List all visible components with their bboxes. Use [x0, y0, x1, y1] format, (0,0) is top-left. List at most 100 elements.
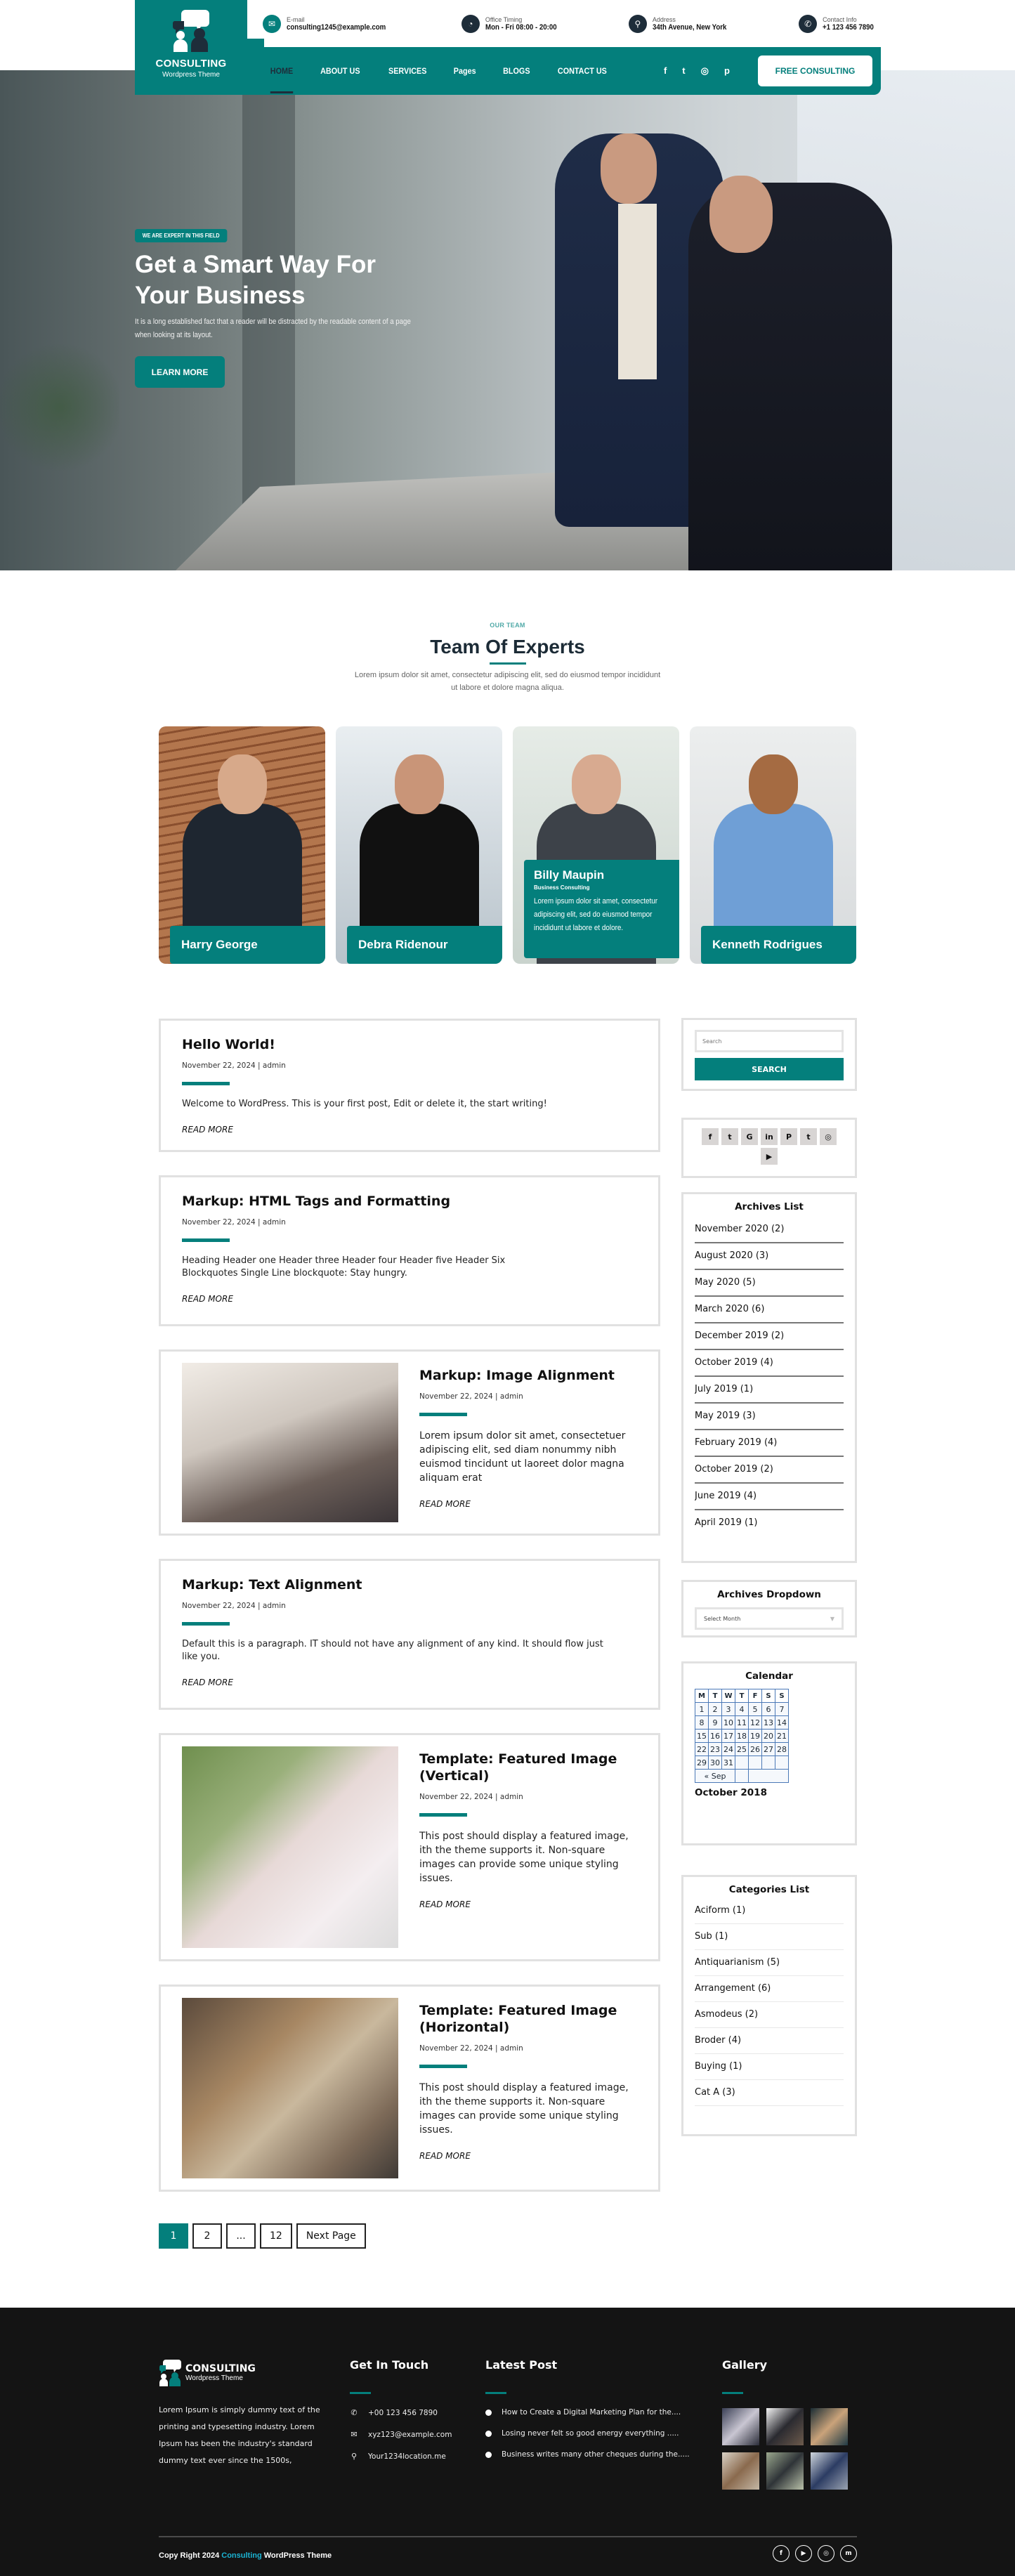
footer-logo-subtitle: Wordpress Theme	[185, 2374, 243, 2382]
gallery-image[interactable]	[722, 2408, 759, 2445]
archive-link[interactable]: August 2020 (3)	[695, 1243, 844, 1270]
search-input[interactable]	[695, 1030, 844, 1052]
nav-home[interactable]: HOME	[260, 66, 304, 93]
calendar-day: 16	[708, 1729, 722, 1743]
calendar-prev-month-link[interactable]: « Sep	[695, 1769, 735, 1783]
archive-link[interactable]: October 2019 (4)	[695, 1350, 844, 1377]
archive-link[interactable]: October 2019 (2)	[695, 1457, 844, 1484]
instagram-icon[interactable]: ◎	[701, 65, 709, 77]
archive-link[interactable]: June 2019 (4)	[695, 1484, 844, 1510]
page-12[interactable]: 12	[260, 2223, 292, 2249]
topbar-phone-value[interactable]: +1 123 456 7890	[823, 23, 874, 32]
archive-link[interactable]: March 2020 (6)	[695, 1297, 844, 1323]
copyright-brand-link[interactable]: Consulting	[221, 2551, 261, 2560]
facebook-icon[interactable]: f	[702, 1128, 719, 1145]
calendar-caption: October 2018	[695, 1787, 767, 1798]
learn-more-button[interactable]: LEARN MORE	[135, 356, 225, 388]
page-2[interactable]: 2	[192, 2223, 222, 2249]
month-select[interactable]: Select Month ▼	[695, 1607, 844, 1630]
read-more-link[interactable]: READ MORE	[419, 1499, 471, 1509]
category-link[interactable]: Asmodeus (2)	[695, 2002, 844, 2028]
read-more-link[interactable]: READ MORE	[419, 2151, 471, 2161]
post-title[interactable]: Markup: Text Alignment	[182, 1576, 637, 1593]
team-member-card[interactable]: Kenneth Rodrigues	[690, 726, 856, 964]
team-member-card-active[interactable]: Billy Maupin Business Consulting Lorem i…	[513, 726, 679, 964]
post-title[interactable]: Template: Featured Image (Vertical)	[419, 1751, 637, 1784]
footer-location[interactable]: ⚲ Your1234location.me	[350, 2452, 452, 2461]
calendar-empty-cell	[748, 1769, 789, 1783]
category-link[interactable]: Arrangement (6)	[695, 1976, 844, 2002]
page-1[interactable]: 1	[159, 2223, 188, 2249]
copyright-prefix: Copy Right 2024	[159, 2551, 222, 2560]
pinterest-icon[interactable]: p	[724, 65, 730, 77]
footer-latest-post[interactable]: Business writes many other cheques durin…	[485, 2450, 690, 2459]
team-member-card[interactable]: Harry George	[159, 726, 325, 964]
category-link[interactable]: Buying (1)	[695, 2054, 844, 2080]
read-more-link[interactable]: READ MORE	[182, 1125, 233, 1135]
logo[interactable]: CONSULTING Wordpress Theme	[135, 0, 247, 95]
twitter-icon[interactable]: t	[682, 65, 685, 77]
gallery-image[interactable]	[766, 2452, 804, 2490]
footer-email[interactable]: ✉ xyz123@example.com	[350, 2430, 452, 2439]
read-more-link[interactable]: READ MORE	[419, 1900, 471, 1909]
category-link[interactable]: Aciform (1)	[695, 1898, 844, 1924]
youtube-icon[interactable]: ▶	[761, 1148, 778, 1165]
post-meta: November 22, 2024 | admin	[182, 1602, 286, 1610]
medium-icon[interactable]: m	[840, 2545, 857, 2562]
google-icon[interactable]: G	[741, 1128, 758, 1145]
nav-services[interactable]: SERVICES	[377, 66, 437, 76]
team-member-card[interactable]: Debra Ridenour	[336, 726, 502, 964]
instagram-icon[interactable]: ◎	[820, 1128, 837, 1145]
post-title[interactable]: Markup: HTML Tags and Formatting	[182, 1193, 637, 1210]
post-title[interactable]: Hello World!	[182, 1036, 637, 1053]
read-more-link[interactable]: READ MORE	[182, 1294, 233, 1304]
post-featured-image[interactable]	[182, 1363, 398, 1522]
topbar-email-value[interactable]: consulting1245@example.com	[287, 23, 386, 32]
nav-contact-us[interactable]: CONTACT US	[547, 66, 618, 76]
instagram-icon[interactable]: ◎	[818, 2545, 834, 2562]
gallery-image[interactable]	[811, 2408, 848, 2445]
post-excerpt: Lorem ipsum dolor sit amet, consectetuer…	[419, 1430, 626, 1484]
search-button[interactable]: SEARCH	[695, 1058, 844, 1080]
footer-latest-post[interactable]: How to Create a Digital Marketing Plan f…	[485, 2408, 690, 2417]
facebook-icon[interactable]: f	[773, 2545, 790, 2562]
calendar-day: 3	[721, 1702, 735, 1716]
nav-about-us[interactable]: ABOUT US	[310, 66, 371, 76]
post-meta: November 22, 2024 | admin	[419, 1392, 523, 1401]
footer-logo[interactable]: CONSULTING Wordpress Theme	[159, 2358, 334, 2386]
pinterest-icon[interactable]: P	[780, 1128, 797, 1145]
facebook-icon[interactable]: f	[664, 65, 667, 77]
archive-link[interactable]: May 2020 (5)	[695, 1270, 844, 1297]
post-title[interactable]: Template: Featured Image (Horizontal)	[419, 2002, 637, 2036]
team-description: Lorem ipsum dolor sit amet, consectetur …	[354, 671, 661, 692]
archive-link[interactable]: April 2019 (1)	[695, 1510, 844, 1527]
gallery-image[interactable]	[811, 2452, 848, 2490]
post-featured-image[interactable]	[182, 1746, 398, 1948]
nav-blogs[interactable]: BLOGS	[492, 66, 540, 76]
free-consulting-button[interactable]: FREE CONSULTING	[758, 55, 872, 86]
post-title[interactable]: Markup: Image Alignment	[419, 1367, 637, 1384]
footer-phone[interactable]: ✆ +00 123 456 7890	[350, 2408, 452, 2417]
next-page-button[interactable]: Next Page	[296, 2223, 366, 2249]
gallery-image[interactable]	[722, 2452, 759, 2490]
archive-link[interactable]: July 2019 (1)	[695, 1377, 844, 1404]
nav-pages[interactable]: Pages	[443, 66, 487, 76]
category-link[interactable]: Broder (4)	[695, 2028, 844, 2054]
archive-link[interactable]: May 2019 (3)	[695, 1404, 844, 1430]
archive-link[interactable]: December 2019 (2)	[695, 1323, 844, 1350]
category-link[interactable]: Sub (1)	[695, 1924, 844, 1950]
footer-latest-post[interactable]: Losing never felt so good energy everyth…	[485, 2429, 690, 2438]
read-more-link[interactable]: READ MORE	[182, 1678, 233, 1687]
archive-link[interactable]: February 2019 (4)	[695, 1430, 844, 1457]
archive-link[interactable]: November 2020 (2)	[695, 1217, 844, 1243]
category-link[interactable]: Antiquarianism (5)	[695, 1950, 844, 1976]
calendar-day: 7	[775, 1702, 789, 1716]
post-featured-image[interactable]	[182, 1998, 398, 2178]
tumblr-icon[interactable]: t	[800, 1128, 817, 1145]
gallery-image[interactable]	[766, 2408, 804, 2445]
youtube-icon[interactable]: ▶	[795, 2545, 812, 2562]
linkedin-icon[interactable]: in	[761, 1128, 778, 1145]
member-name: Harry George	[170, 926, 325, 964]
twitter-icon[interactable]: t	[721, 1128, 738, 1145]
category-link[interactable]: Cat A (3)	[695, 2080, 844, 2106]
